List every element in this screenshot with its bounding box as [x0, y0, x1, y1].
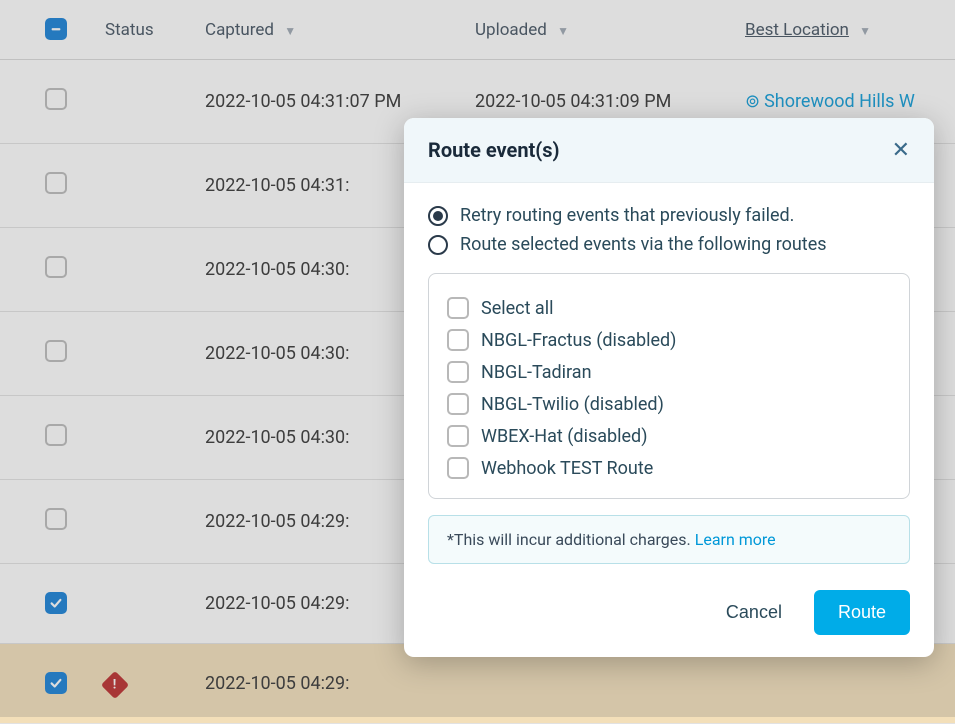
route-select-all[interactable]: Select all — [447, 292, 891, 324]
routes-list: Select all NBGL-Fractus (disabled) NBGL-T… — [428, 273, 910, 499]
radio-option-selected-routes[interactable]: Route selected events via the following … — [428, 230, 910, 259]
route-item[interactable]: WBEX-Hat (disabled) — [447, 420, 891, 452]
dialog-header: Route event(s) ✕ — [404, 118, 934, 183]
route-checkbox[interactable] — [447, 393, 469, 415]
close-icon: ✕ — [892, 137, 910, 162]
route-item[interactable]: Webhook TEST Route — [447, 452, 891, 484]
learn-more-link[interactable]: Learn more — [695, 530, 776, 549]
route-item[interactable]: NBGL-Twilio (disabled) — [447, 388, 891, 420]
notice-text: *This will incur additional charges. — [447, 530, 695, 549]
route-button[interactable]: Route — [814, 590, 910, 635]
route-checkbox[interactable] — [447, 457, 469, 479]
route-item[interactable]: NBGL-Tadiran — [447, 356, 891, 388]
charges-notice: *This will incur additional charges. Lea… — [428, 515, 910, 564]
route-events-dialog: Route event(s) ✕ Retry routing events th… — [404, 118, 934, 657]
radio-label: Route selected events via the following … — [460, 234, 827, 255]
route-checkbox[interactable] — [447, 297, 469, 319]
radio-option-retry[interactable]: Retry routing events that previously fai… — [428, 201, 910, 230]
dialog-title: Route event(s) — [428, 138, 560, 162]
route-label: WBEX-Hat (disabled) — [481, 426, 647, 447]
route-item[interactable]: NBGL-Fractus (disabled) — [447, 324, 891, 356]
route-label: Select all — [481, 298, 553, 319]
route-checkbox[interactable] — [447, 425, 469, 447]
route-label: NBGL-Tadiran — [481, 362, 592, 383]
close-button[interactable]: ✕ — [892, 139, 910, 161]
route-label: NBGL-Twilio (disabled) — [481, 394, 664, 415]
dialog-body: Retry routing events that previously fai… — [404, 183, 934, 657]
route-checkbox[interactable] — [447, 329, 469, 351]
route-label: Webhook TEST Route — [481, 458, 653, 479]
route-label: NBGL-Fractus (disabled) — [481, 330, 676, 351]
radio-input[interactable] — [428, 235, 448, 255]
route-checkbox[interactable] — [447, 361, 469, 383]
dialog-actions: Cancel Route — [428, 590, 910, 635]
radio-input[interactable] — [428, 206, 448, 226]
cancel-button[interactable]: Cancel — [714, 592, 794, 633]
radio-label: Retry routing events that previously fai… — [460, 205, 794, 226]
